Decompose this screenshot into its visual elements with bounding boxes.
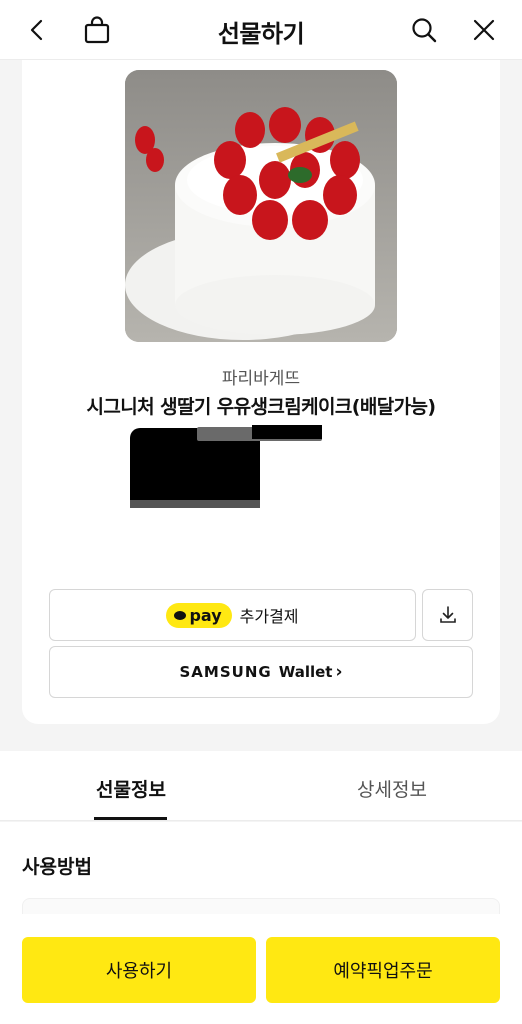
search-icon[interactable] <box>406 12 442 48</box>
brand-name: 파리바게뜨 <box>221 369 301 389</box>
product-card: 파리바게뜨 시그니처 생딸기 우유생크림케이크(배달가능) pay 추가결제 S… <box>22 60 500 724</box>
reserve-pickup-button[interactable]: 예약픽업주문 <box>266 937 500 1003</box>
product-image <box>125 70 397 342</box>
samsung-wallet-button[interactable]: SAMSUNG Wallet › <box>49 646 473 698</box>
tab-bar: 선물정보 상세정보 <box>0 751 522 821</box>
download-icon <box>439 606 456 623</box>
tab-gift-info[interactable]: 선물정보 <box>96 775 166 802</box>
redacted-block <box>252 425 322 439</box>
top-bar: 선물하기 <box>0 0 522 60</box>
redacted-block <box>130 500 260 508</box>
use-button[interactable]: 사용하기 <box>22 937 256 1003</box>
kakaopay-bubble-icon <box>174 610 187 620</box>
product-name: 시그니처 생딸기 우유생크림케이크(배달가능) <box>86 396 437 418</box>
download-button[interactable] <box>422 589 473 641</box>
kakaopay-label: 추가결제 <box>239 607 299 626</box>
kakaopay-button[interactable]: pay 추가결제 <box>49 589 416 641</box>
tab-active-indicator <box>94 817 167 820</box>
usage-title: 사용방법 <box>22 856 92 878</box>
page-title: 선물하기 <box>217 20 305 48</box>
tab-detail-info[interactable]: 상세정보 <box>357 775 427 802</box>
bottom-action-bar: 사용하기 예약픽업주문 <box>0 914 522 1024</box>
wallet-label: Wallet <box>278 663 333 681</box>
close-icon[interactable] <box>466 12 502 48</box>
kakaopay-badge: pay <box>166 602 232 628</box>
chevron-right-icon: › <box>335 662 343 682</box>
samsung-brand: SAMSUNG <box>179 663 272 681</box>
